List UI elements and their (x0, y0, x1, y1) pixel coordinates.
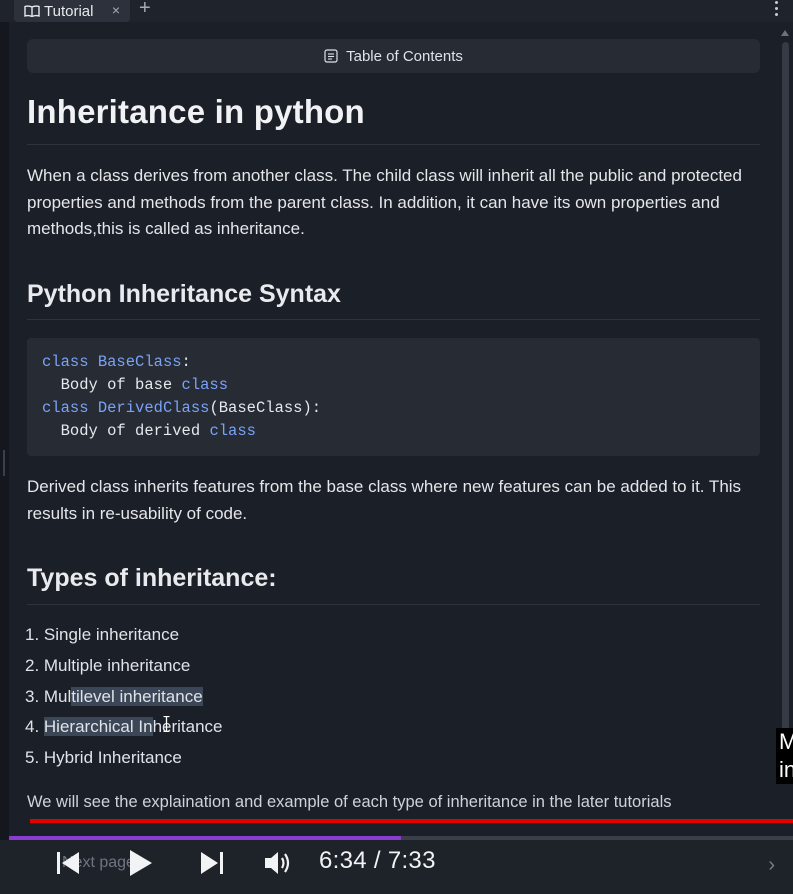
list-item: 3. Multilevel inheritance (25, 686, 203, 706)
page-title: Inheritance in python (27, 93, 365, 130)
code-text: class BaseClass: Body of base class clas… (42, 353, 322, 440)
skip-previous-icon[interactable] (55, 850, 81, 876)
list-item: 5. Hybrid Inheritance (25, 748, 182, 768)
volume-icon[interactable] (263, 848, 293, 878)
time-display: 6:34 / 7:33 (319, 847, 436, 874)
book-icon (24, 5, 40, 17)
list-item: 2. Multiple inheritance (25, 655, 191, 675)
play-icon[interactable] (128, 848, 154, 878)
text-cursor-icon (163, 716, 170, 732)
types-list: 1. Single inheritance 2. Multiple inheri… (25, 622, 223, 776)
toc-label: Table of Contents (346, 47, 463, 65)
tab-tutorial[interactable]: Tutorial × (14, 0, 130, 22)
list-icon (324, 49, 338, 63)
divider (27, 144, 760, 145)
more-options-icon[interactable] (775, 1, 779, 19)
closing-paragraph: We will see the explaination and example… (27, 793, 672, 811)
divider (27, 319, 760, 320)
divider (27, 604, 760, 605)
skip-next-icon[interactable] (199, 850, 225, 876)
scrollbar-thumb[interactable] (782, 42, 789, 784)
caption-overlay: M in (776, 728, 793, 784)
new-tab-button[interactable]: + (139, 0, 151, 20)
syntax-heading: Python Inheritance Syntax (27, 280, 341, 308)
types-heading: Types of inheritance: (27, 564, 277, 592)
left-rail (0, 22, 9, 852)
close-tab-icon[interactable]: × (112, 2, 120, 18)
video-controls: Next page 6:34 / 7:33 › (0, 840, 793, 894)
resize-handle[interactable] (3, 450, 5, 476)
list-item: 4. Hierarchical Inheritance (25, 717, 223, 737)
scroll-up-arrow-icon[interactable] (781, 30, 789, 36)
intro-paragraph: When a class derives from another class.… (27, 166, 742, 238)
table-of-contents-button[interactable]: Table of Contents (27, 39, 760, 73)
chevron-right-icon[interactable]: › (768, 854, 775, 877)
derived-paragraph: Derived class inherits features from the… (27, 477, 742, 523)
annotation-underline (30, 819, 793, 823)
tab-bar: Tutorial × + (0, 0, 793, 22)
list-item: 1. Single inheritance (25, 625, 180, 644)
code-block: class BaseClass: Body of base class clas… (27, 338, 760, 456)
tab-label: Tutorial (44, 2, 94, 20)
